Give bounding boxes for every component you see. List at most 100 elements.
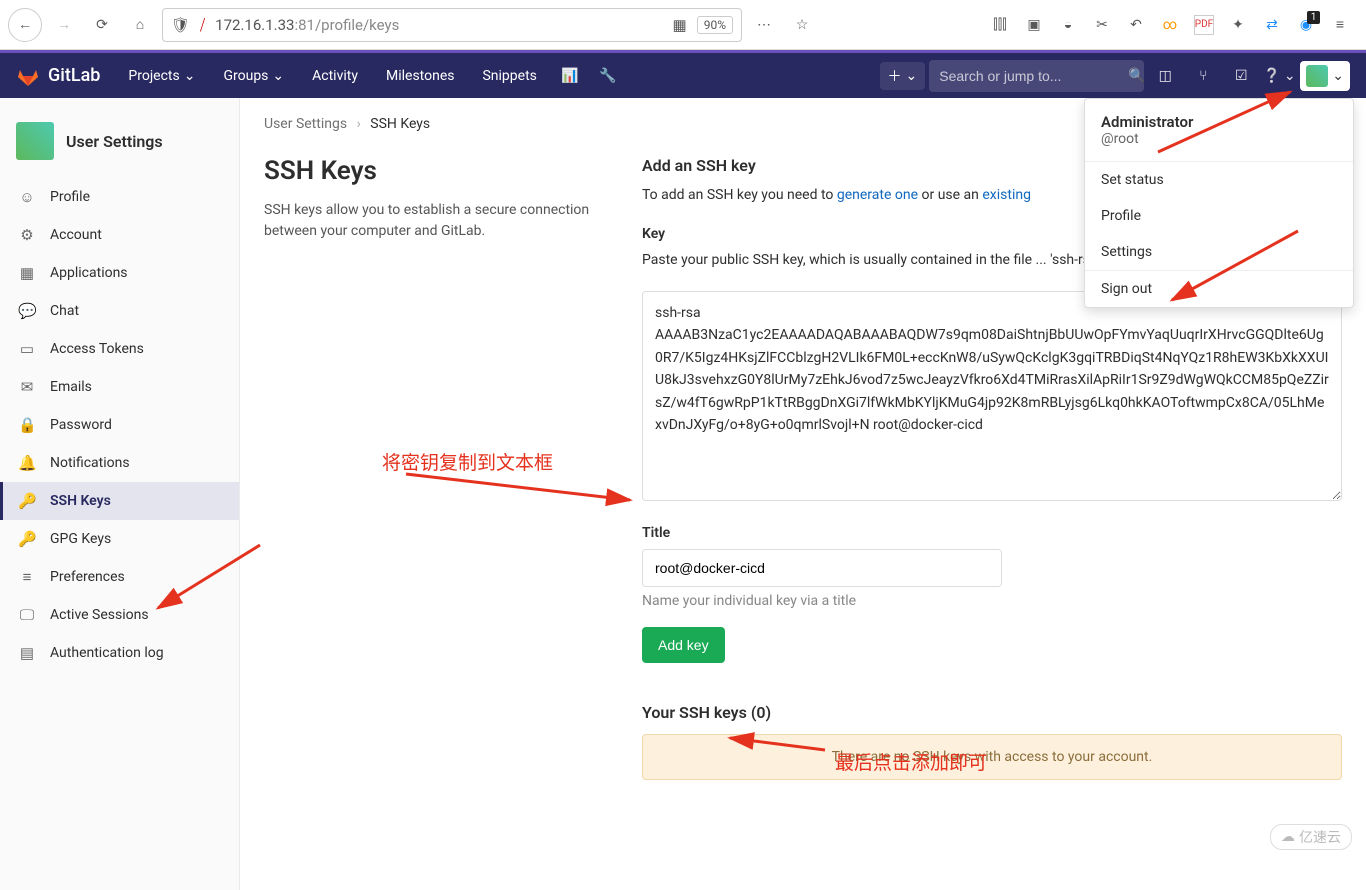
back-button[interactable]: ← xyxy=(8,8,42,42)
menu-profile[interactable]: Profile xyxy=(1085,198,1353,234)
help-icon[interactable]: ❔ ⌄ xyxy=(1262,59,1296,93)
sidebar-item-access-tokens[interactable]: ▭Access Tokens xyxy=(0,330,239,368)
nav-groups[interactable]: Groups ⌄ xyxy=(211,52,296,100)
sidebar: User Settings ☺Profile ⚙ Account ▦Applicati… xyxy=(0,98,240,890)
sidebar-item-notifications[interactable]: 🔔 Notifications xyxy=(0,444,239,482)
reload-button[interactable]: ⟳ xyxy=(86,9,118,41)
content-area: User Settings › SSH Keys SSH Keys SSH ke… xyxy=(240,98,1366,890)
nav-projects[interactable]: Projects ⌄ xyxy=(116,52,207,100)
gitlab-navbar: GitLab Projects ⌄ Groups ⌄ Activity Mile… xyxy=(0,50,1366,98)
breadcrumb-root[interactable]: User Settings xyxy=(264,116,347,132)
star-icon[interactable]: ☆ xyxy=(786,9,818,41)
undo-icon[interactable]: ↶ xyxy=(1126,15,1146,35)
gitlab-fox-icon xyxy=(16,64,40,88)
merge-requests-icon[interactable]: ⑂ xyxy=(1186,59,1220,93)
sidebar-icon: ≡ xyxy=(18,568,36,586)
sidebar-item-gpg-keys[interactable]: 🔑 GPG Keys xyxy=(0,520,239,558)
insecure-icon: ⧸ xyxy=(200,16,205,34)
library-icon[interactable]: ⫿⫿⫿ xyxy=(990,15,1010,35)
search-input[interactable] xyxy=(939,68,1120,84)
breadcrumb-sep: › xyxy=(357,116,361,132)
crop-icon[interactable]: ✂ xyxy=(1092,15,1112,35)
sidebar-item-applications[interactable]: ▦Applications xyxy=(0,254,239,292)
sidebar-item-password[interactable]: 🔒 Password xyxy=(0,406,239,444)
plus-menu[interactable]: ＋ ⌄ xyxy=(880,62,926,90)
menu-settings[interactable]: Settings xyxy=(1085,234,1353,270)
nav-chart-icon[interactable]: 📊 xyxy=(553,59,587,93)
title-hint: Name your individual key via a title xyxy=(642,593,1342,609)
nav-wrench-icon[interactable]: 🔧 xyxy=(591,59,625,93)
sidebar-icon: ⚙ xyxy=(18,226,36,244)
sidebar-item-label: Access Tokens xyxy=(50,341,144,357)
sidebar-icon: 💬 xyxy=(18,302,36,320)
sidebar-icon: 🔒 xyxy=(18,416,36,434)
sidebar-item-label: SSH Keys xyxy=(50,493,111,509)
breadcrumb-current: SSH Keys xyxy=(370,116,430,132)
sidebar-item-label: Password xyxy=(50,417,112,433)
title-input[interactable] xyxy=(642,549,1002,587)
menu-set-status[interactable]: Set status xyxy=(1085,162,1353,198)
pdf-icon[interactable]: PDF xyxy=(1194,15,1214,35)
watermark: ☁ 亿速云 xyxy=(1270,824,1352,850)
more-icon[interactable]: ⋯ xyxy=(748,9,780,41)
sidebar-icon: 🖵 xyxy=(18,606,36,624)
search-icon: 🔍 xyxy=(1128,68,1145,84)
sidebar-item-label: Profile xyxy=(50,189,90,205)
sidebar-item-chat[interactable]: 💬Chat xyxy=(0,292,239,330)
sidebar-item-ssh-keys[interactable]: 🔑 SSH Keys xyxy=(0,482,239,520)
url-text: 172.16.1.33:81/profile/keys xyxy=(215,16,662,34)
home-button[interactable]: ⌂ xyxy=(124,9,156,41)
page-description: SSH keys allow you to establish a secure… xyxy=(264,200,602,242)
page-heading: SSH Keys xyxy=(264,156,602,186)
sidebar-item-preferences[interactable]: ≡Preferences xyxy=(0,558,239,596)
nav-milestones[interactable]: Milestones xyxy=(374,52,467,100)
sidebar-item-profile[interactable]: ☺Profile xyxy=(0,178,239,216)
avatar xyxy=(16,122,54,160)
brand-text: GitLab xyxy=(48,65,100,86)
qr-icon[interactable]: ▦ xyxy=(673,16,687,34)
existing-link[interactable]: existing xyxy=(982,187,1031,203)
user-avatar-button[interactable]: ⌄ xyxy=(1300,61,1350,91)
add-key-button[interactable]: Add key xyxy=(642,627,725,663)
forward-button[interactable]: → xyxy=(48,9,80,41)
sidebar-item-account[interactable]: ⚙ Account xyxy=(0,216,239,254)
menu-signout[interactable]: Sign out xyxy=(1085,271,1353,307)
search-box[interactable]: 🔍 xyxy=(929,60,1144,92)
sidebar-item-label: Applications xyxy=(50,265,128,281)
avatar xyxy=(1306,65,1328,87)
chevron-down-icon: ⌄ xyxy=(906,68,918,84)
sidebar-item-authentication-log[interactable]: ▤Authentication log xyxy=(0,634,239,672)
shield-icon: 🛡 xyxy=(171,16,190,34)
issues-icon[interactable]: ◫ xyxy=(1148,59,1182,93)
plus-icon: ＋ xyxy=(888,66,902,86)
sidebar-item-active-sessions[interactable]: 🖵 Active Sessions xyxy=(0,596,239,634)
sidebar-item-emails[interactable]: ✉Emails xyxy=(0,368,239,406)
extension-area: ⫿⫿⫿ ▣ ◒ ✂ ↶ ∞ PDF ✦ ⇄ ◉1 ≡ xyxy=(990,15,1358,35)
sidebar-icon: 🔔 xyxy=(18,454,36,472)
empty-ssh-alert: There are no SSH keys with access to you… xyxy=(642,734,1342,780)
sidebar-item-label: Account xyxy=(50,227,102,243)
sidebar-icon: 🔑 xyxy=(18,530,36,548)
sidebar-header: User Settings xyxy=(0,110,239,178)
account-icon[interactable]: ◒ xyxy=(1058,15,1078,35)
sidebar-item-label: Active Sessions xyxy=(50,607,149,623)
zoom-indicator[interactable]: 90% xyxy=(697,16,733,34)
sidebar-icon: ▤ xyxy=(18,644,36,662)
nav-snippets[interactable]: Snippets xyxy=(470,52,548,100)
sidebar-item-label: Notifications xyxy=(50,455,130,471)
sidebar-icon: ✉ xyxy=(18,378,36,396)
hamburger-icon[interactable]: ≡ xyxy=(1330,15,1350,35)
gitlab-logo[interactable]: GitLab xyxy=(16,64,100,88)
generate-one-link[interactable]: generate one xyxy=(837,187,918,203)
sync-icon[interactable]: ⇄ xyxy=(1262,15,1282,35)
reader-icon[interactable]: ▣ xyxy=(1024,15,1044,35)
sidebar-item-label: GPG Keys xyxy=(50,531,111,547)
nav-activity[interactable]: Activity xyxy=(300,52,370,100)
sidebar-icon: 🔑 xyxy=(18,492,36,510)
todos-icon[interactable]: ☑ xyxy=(1224,59,1258,93)
key-textarea[interactable] xyxy=(642,291,1342,501)
infinity-icon[interactable]: ∞ xyxy=(1160,15,1180,35)
puzzle-icon[interactable]: ✦ xyxy=(1228,15,1248,35)
url-bar[interactable]: 🛡 ⧸ 172.16.1.33:81/profile/keys ▦ 90% xyxy=(162,8,742,42)
notif-ext-icon[interactable]: ◉1 xyxy=(1296,15,1316,35)
